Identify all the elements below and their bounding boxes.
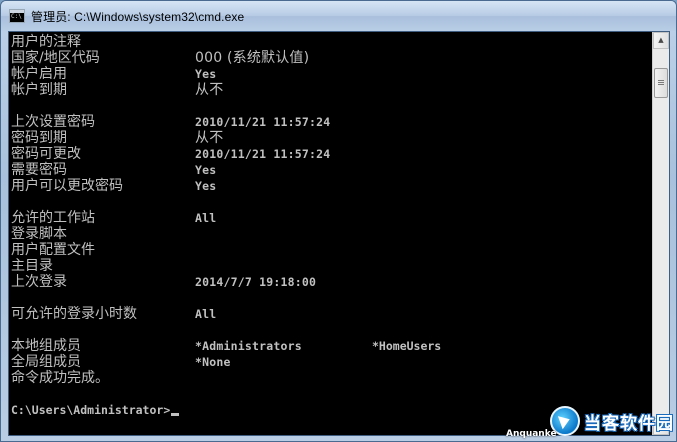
- console-line-value: 2010/11/21 11:57:24: [195, 115, 331, 129]
- console-line: 命令成功完成。: [11, 370, 651, 386]
- console-line-value: 从不: [195, 82, 224, 98]
- prompt-text: C:\Users\Administrator>: [11, 403, 171, 417]
- console-line-value: All: [195, 211, 217, 225]
- vertical-scrollbar[interactable]: ▲ ▼: [652, 32, 669, 435]
- console-line: 允许的工作站 All: [11, 210, 651, 226]
- console-line-label: 密码到期: [11, 130, 67, 146]
- console-line-value: Yes: [195, 179, 217, 193]
- console-line: 用户配置文件: [11, 242, 651, 258]
- console-line: 国家/地区代码 000 (系统默认值): [11, 50, 651, 66]
- console-line-label: 帐户启用: [11, 66, 67, 82]
- cmd-app-icon[interactable]: [9, 9, 25, 23]
- console-line: 用户的注释: [11, 34, 651, 50]
- console-line: 帐户到期 从不: [11, 82, 651, 98]
- console-line: 上次设置密码 2010/11/21 11:57:24: [11, 114, 651, 130]
- console-line: 帐户启用 Yes: [11, 66, 651, 82]
- console-line-label: 国家/地区代码: [11, 50, 100, 66]
- console-line: 全局组成员 *None: [11, 354, 651, 370]
- console-line-label: 全局组成员: [11, 354, 81, 370]
- console-line-label: 登录脚本: [11, 226, 67, 242]
- console-line-value: 2014/7/7 19:18:00: [195, 275, 317, 289]
- scroll-up-button[interactable]: ▲: [653, 32, 669, 49]
- console-line: 密码可更改 2010/11/21 11:57:24: [11, 146, 651, 162]
- console-line-value: *None: [195, 355, 231, 369]
- console-line-label: 本地组成员: [11, 338, 81, 354]
- console-line: 登录脚本: [11, 226, 651, 242]
- console-line-label: 用户配置文件: [11, 242, 95, 258]
- console-area[interactable]: 用户的注释 国家/地区代码 000 (系统默认值) 帐户启用 Yes 帐户到期 从不 上次设置…: [8, 31, 670, 436]
- cmd-window: 管理员: C:\Windows\system32\cmd.exe 用户的注释国家…: [0, 0, 677, 442]
- console-line-label: 主目录: [11, 258, 53, 274]
- command-prompt[interactable]: C:\Users\Administrator>: [11, 402, 180, 418]
- console-line-label: 允许的工作站: [11, 210, 95, 226]
- title-bar[interactable]: 管理员: C:\Windows\system32\cmd.exe: [1, 1, 676, 31]
- console-line-value: *Administrators: [195, 339, 302, 353]
- console-line: 本地组成员 *Administrators *HomeUsers: [11, 338, 651, 354]
- console-line-label: 需要密码: [11, 162, 67, 178]
- console-line-value: Yes: [195, 67, 217, 81]
- scroll-thumb[interactable]: [654, 68, 668, 98]
- console-line-label: 命令成功完成。: [11, 370, 109, 386]
- console-line-value: 从不: [195, 130, 224, 146]
- console-line: 需要密码 Yes: [11, 162, 651, 178]
- console-line-label: 帐户到期: [11, 82, 67, 98]
- grip-line: [658, 80, 664, 81]
- console-line: 上次登录 2014/7/7 19:18:00: [11, 274, 651, 290]
- console-line-label: 可允许的登录小时数: [11, 306, 137, 322]
- console-line-value: 2010/11/21 11:57:24: [195, 147, 331, 161]
- watermark-sub: Anquanke: [506, 429, 557, 439]
- window-title: 管理员: C:\Windows\system32\cmd.exe: [31, 9, 245, 24]
- grip-line: [658, 82, 664, 83]
- console-line: 密码到期 从不: [11, 130, 651, 146]
- console-line-value: All: [195, 307, 217, 321]
- console-line-label: 上次登录: [11, 274, 67, 290]
- watermark-brand: 当客软件园: [584, 413, 674, 434]
- console-line-value2: *HomeUsers: [372, 339, 442, 353]
- console-line: 主目录: [11, 258, 651, 274]
- console-line-value: Yes: [195, 163, 217, 177]
- console-output[interactable]: 用户的注释 国家/地区代码 000 (系统默认值) 帐户启用 Yes 帐户到期 从不 上次设置…: [11, 32, 651, 435]
- console-line: 可允许的登录小时数 All: [11, 306, 651, 322]
- console-line-value: 000 (系统默认值): [195, 50, 310, 66]
- grip-line: [658, 84, 664, 85]
- console-line-label: 用户可以更改密码: [11, 178, 123, 194]
- text-cursor: [171, 413, 180, 416]
- arrow-up-icon: ▲: [658, 36, 664, 44]
- console-line-label: 用户的注释: [11, 34, 81, 50]
- console-line-label: 密码可更改: [11, 146, 81, 162]
- console-line: 用户可以更改密码 Yes: [11, 178, 651, 194]
- console-line-label: 上次设置密码: [11, 114, 95, 130]
